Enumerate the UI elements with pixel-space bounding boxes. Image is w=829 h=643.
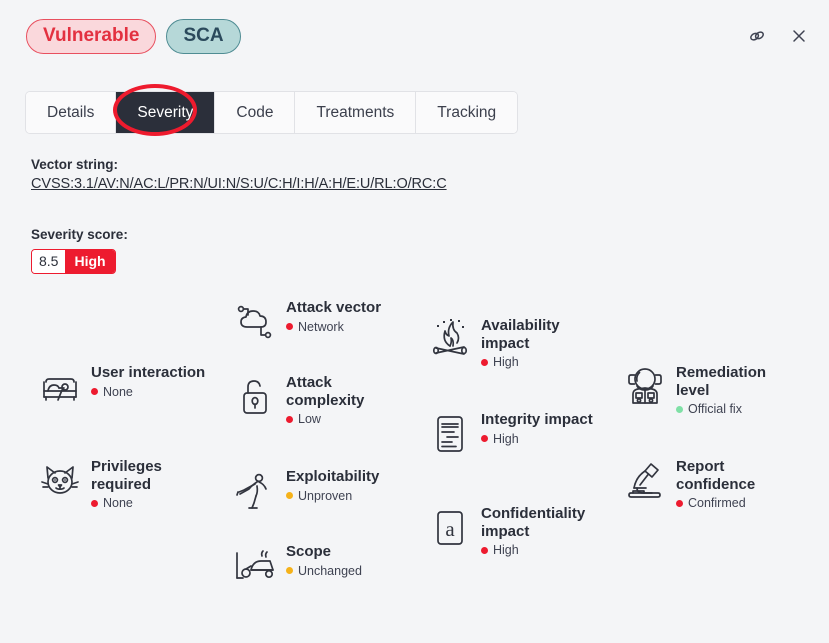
status-dot xyxy=(91,388,98,396)
metric-value: High xyxy=(481,355,601,369)
status-dot xyxy=(286,567,293,575)
metric-value: High xyxy=(481,432,593,446)
status-dot xyxy=(676,499,683,507)
status-dot xyxy=(676,405,683,413)
metric-value: None xyxy=(91,385,205,399)
metric-value-text: Unchanged xyxy=(298,563,362,578)
metric-value-text: High xyxy=(493,431,519,446)
metric-title: Report confidence xyxy=(676,458,756,493)
metric-title: Attack complexity xyxy=(286,374,365,409)
metric-title: User interaction xyxy=(91,364,206,381)
metric-value-text: Unproven xyxy=(298,488,353,503)
metric-value-text: Official fix xyxy=(688,402,742,417)
metric-value-text: None xyxy=(103,384,133,399)
metric-title: Scope xyxy=(286,543,332,560)
microscope-icon xyxy=(623,458,667,504)
metric-title: Remediation level xyxy=(676,364,767,399)
open-padlock-icon xyxy=(233,374,277,420)
status-dot xyxy=(481,435,488,443)
metric-title: Exploitability xyxy=(286,468,380,485)
metric-value-text: None xyxy=(103,496,133,511)
metric-value: High xyxy=(481,543,601,557)
metric-exploitability: Exploitability Unproven xyxy=(233,466,379,514)
metric-value-text: High xyxy=(493,355,519,370)
cat-face-icon xyxy=(38,458,82,504)
metric-title: Privileges required xyxy=(91,458,162,493)
bed-person-icon xyxy=(38,364,82,410)
metric-value: None xyxy=(91,496,211,510)
status-dot xyxy=(286,415,293,423)
metric-title: Attack vector xyxy=(286,299,382,316)
status-dot xyxy=(91,499,98,507)
metric-value-text: Network xyxy=(298,319,344,334)
metric-value-text: Low xyxy=(298,412,321,427)
cloud-network-icon xyxy=(233,299,277,345)
campfire-icon xyxy=(428,317,472,363)
lawnmower-icon xyxy=(233,543,277,589)
metric-value: Unchanged xyxy=(286,564,362,578)
astronaut-icon xyxy=(623,364,667,410)
metric-scope: Scope Unchanged xyxy=(233,541,362,589)
metric-value: Unproven xyxy=(286,489,379,503)
metric-privileges-required: Privileges required None xyxy=(38,456,211,510)
metric-value: Confirmed xyxy=(676,496,796,510)
metric-value: Official fix xyxy=(676,402,796,416)
metric-integrity-impact: Integrity impact High xyxy=(428,409,593,457)
metric-user-interaction: User interaction None xyxy=(38,362,205,410)
metric-title: Availability impact xyxy=(481,317,560,352)
letter-a-icon: a xyxy=(428,505,472,551)
status-dot xyxy=(286,323,293,331)
metric-title: Confidentiality impact xyxy=(481,505,586,540)
status-dot xyxy=(481,358,488,366)
karate-kick-icon xyxy=(233,468,277,514)
document-lines-icon xyxy=(428,411,472,457)
metric-attack-complexity: Attack complexity Low xyxy=(233,372,406,426)
metric-value-text: High xyxy=(493,543,519,558)
metric-attack-vector: Attack vector Network xyxy=(233,297,381,345)
metric-remediation-level: Remediation level Official fix xyxy=(623,362,796,416)
metric-title: Integrity impact xyxy=(481,411,593,428)
metric-availability-impact: Availability impact High xyxy=(428,315,601,369)
status-dot xyxy=(481,546,488,554)
metric-value: Low xyxy=(286,412,406,426)
metric-value-text: Confirmed xyxy=(688,496,746,511)
svg-text:a: a xyxy=(445,517,455,541)
metric-report-confidence: Report confidence Confirmed xyxy=(623,456,796,510)
severity-metrics-grid: User interaction None Privileges require… xyxy=(0,0,829,643)
status-dot xyxy=(286,492,293,500)
metric-confidentiality-impact: a Confidentiality impact High xyxy=(428,503,601,557)
metric-value: Network xyxy=(286,320,381,334)
